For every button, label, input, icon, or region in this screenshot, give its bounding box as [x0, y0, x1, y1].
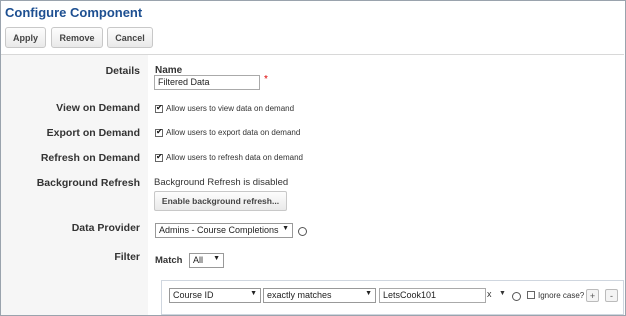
background-refresh-status: Background Refresh is disabled [154, 177, 289, 188]
chevron-down-icon: ▼ [282, 225, 289, 232]
toolbar: Apply Remove Cancel [0, 26, 624, 54]
remove-filter-button[interactable]: - [605, 289, 618, 302]
filter-row-container: Course ID ▼ exactly matches ▼ LetsCook10… [161, 280, 624, 315]
refresh-on-demand-checkbox[interactable] [155, 152, 163, 162]
filter-value-input[interactable]: LetsCook101 [379, 288, 486, 303]
refresh-on-demand-label: Refresh on Demand [40, 152, 140, 164]
refresh-icon[interactable] [298, 227, 307, 236]
refresh-on-demand-text: Allow users to refresh data on demand [166, 153, 303, 162]
clear-value-icon[interactable]: x [487, 289, 492, 299]
refresh-icon[interactable] [512, 292, 521, 301]
view-on-demand-label: View on Demand [56, 102, 140, 114]
filter-field-value: Course ID [173, 290, 214, 300]
filter-field-select[interactable]: Course ID ▼ [169, 288, 261, 303]
ignore-case-label: Ignore case? [538, 291, 585, 300]
cancel-button[interactable]: Cancel [107, 27, 153, 48]
apply-button[interactable]: Apply [5, 27, 46, 48]
match-value: All [193, 255, 204, 265]
chevron-down-icon: ▼ [250, 290, 257, 297]
dialog-title: Configure Component [5, 5, 143, 20]
match-select[interactable]: All ▼ [189, 253, 224, 268]
required-marker: * [264, 74, 268, 85]
view-on-demand-text: Allow users to view data on demand [166, 104, 295, 113]
chevron-down-icon: ▼ [213, 255, 220, 262]
data-provider-select[interactable]: Admins - Course Completions ▼ [155, 223, 293, 238]
name-input[interactable]: Filtered Data [154, 75, 260, 90]
export-on-demand-text: Allow users to export data on demand [166, 128, 301, 137]
value-dropdown-chevron-icon[interactable]: ▼ [499, 290, 506, 297]
chevron-down-icon: ▼ [365, 290, 372, 297]
add-filter-button[interactable]: + [586, 289, 599, 302]
filter-label: Filter [114, 251, 140, 263]
data-provider-value: Admins - Course Completions [159, 225, 279, 235]
enable-background-refresh-button[interactable]: Enable background refresh... [154, 191, 287, 211]
remove-button[interactable]: Remove [51, 27, 103, 48]
background-refresh-label: Background Refresh [36, 177, 140, 189]
filter-operator-select[interactable]: exactly matches ▼ [263, 288, 376, 303]
filter-operator-value: exactly matches [267, 290, 332, 300]
data-provider-label: Data Provider [71, 222, 140, 234]
export-on-demand-checkbox[interactable] [155, 127, 163, 137]
view-on-demand-checkbox[interactable] [155, 103, 163, 113]
ignore-case-checkbox[interactable] [527, 291, 535, 299]
export-on-demand-label: Export on Demand [46, 127, 140, 139]
match-label: Match [155, 255, 183, 266]
details-label: Details [105, 65, 140, 77]
